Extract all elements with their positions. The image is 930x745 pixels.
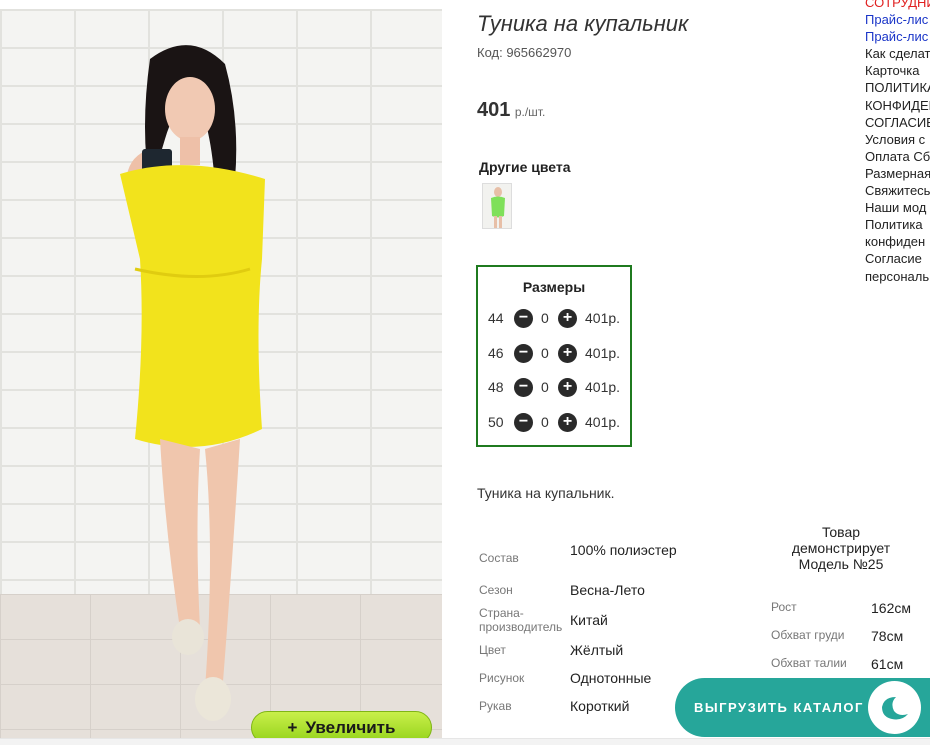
size-label: 44 [488,310,504,326]
quantity-value[interactable]: 0 [541,345,549,361]
product-code: Код: 965662970 [477,45,572,60]
minus-icon[interactable]: − [514,309,533,328]
export-catalog-label: ВЫГРУЗИТЬ КАТАЛОГ [694,700,864,715]
side-link[interactable]: персональ [865,268,930,285]
model-key: Обхват талии [771,656,847,670]
zoom-button[interactable]: + Увеличить [251,711,432,738]
zoom-button-label: Увеличить [305,718,396,737]
quantity-value[interactable]: 0 [541,414,549,430]
size-row: 50 − 0 + 401р. [488,413,628,433]
plus-icon[interactable]: + [558,309,577,328]
side-link[interactable]: Как сделат [865,45,930,62]
size-price: 401р. [585,310,621,326]
export-catalog-button[interactable]: ВЫГРУЗИТЬ КАТАЛОГ [675,678,930,737]
product-price: 401 р./шт. [477,99,545,122]
side-link[interactable]: Наши мод [865,199,930,216]
side-link[interactable]: Размерная [865,165,930,182]
price-unit: р./шт. [514,105,546,119]
model-key: Рост [771,600,797,614]
plus-icon[interactable]: + [558,344,577,363]
size-price: 401р. [585,345,621,361]
model-figure [120,45,265,721]
property-value: 100% полиэстер [570,542,677,558]
side-link[interactable]: Свяжитесь [865,182,930,199]
size-price: 401р. [585,379,621,395]
side-link[interactable]: конфиден [865,233,930,250]
model-value: 78см [871,628,904,644]
plus-icon: + [287,718,298,737]
model-value: 162см [871,600,911,616]
side-link[interactable]: КОНФИДЕН [865,97,930,114]
side-link[interactable]: СОГЛАСИЕ [865,114,930,131]
property-value: Весна-Лето [570,582,645,598]
property-key: Рисунок [479,671,525,685]
color-variant-thumbnail[interactable] [482,183,512,229]
side-link[interactable]: СОТРУДНИ [865,0,930,11]
property-value: Китай [570,612,608,628]
quantity-value[interactable]: 0 [541,379,549,395]
size-label: 46 [488,345,504,361]
product-photo[interactable]: + Увеличить [0,9,442,738]
size-row: 48 − 0 + 401р. [488,378,628,398]
size-label: 50 [488,414,504,430]
side-link[interactable]: Условия с [865,131,930,148]
product-title: Туника на купальник [477,11,689,36]
property-value: Жёлтый [570,642,624,658]
side-link[interactable]: Прайс-лис [865,28,930,45]
minus-icon[interactable]: − [514,413,533,432]
side-links: СОТРУДНИ Прайс-лис Прайс-лис Как сделат … [865,0,930,285]
sizes-header: Размеры [522,279,586,295]
side-link[interactable]: Прайс-лис [865,11,930,28]
size-row: 44 − 0 + 401р. [488,309,628,329]
property-key: Цвет [479,643,506,657]
plus-icon[interactable]: + [558,378,577,397]
model-value: 61см [871,656,904,672]
sizes-panel: Размеры 44 − 0 + 401р. 46 − 0 + 401р. 48… [476,265,632,447]
plus-icon[interactable]: + [558,413,577,432]
size-row: 46 − 0 + 401р. [488,344,628,364]
other-colors-label: Другие цвета [479,159,571,175]
property-key: Страна-производитель [479,606,563,634]
page-bottom-bar [0,738,930,745]
side-link[interactable]: Карточка [865,62,930,79]
side-link[interactable]: Согласие [865,250,930,267]
model-title: Товар демонстрирует Модель №25 [791,524,891,572]
property-key: Сезон [479,583,513,597]
property-key: Состав [479,551,519,565]
side-link[interactable]: Политика [865,216,930,233]
property-key: Рукав [479,699,512,713]
size-price: 401р. [585,414,621,430]
side-link[interactable]: Оплата Сб [865,148,930,165]
minus-icon[interactable]: − [514,378,533,397]
property-value: Короткий [570,698,630,714]
price-value: 401 [477,99,511,121]
side-link[interactable]: ПОЛИТИКА [865,79,930,96]
size-label: 48 [488,379,504,395]
chat-icon[interactable] [868,681,921,734]
property-value: Однотонные [570,670,652,686]
product-description: Туника на купальник. [477,485,615,501]
quantity-value[interactable]: 0 [541,310,549,326]
model-key: Обхват груди [771,628,845,642]
minus-icon[interactable]: − [514,344,533,363]
